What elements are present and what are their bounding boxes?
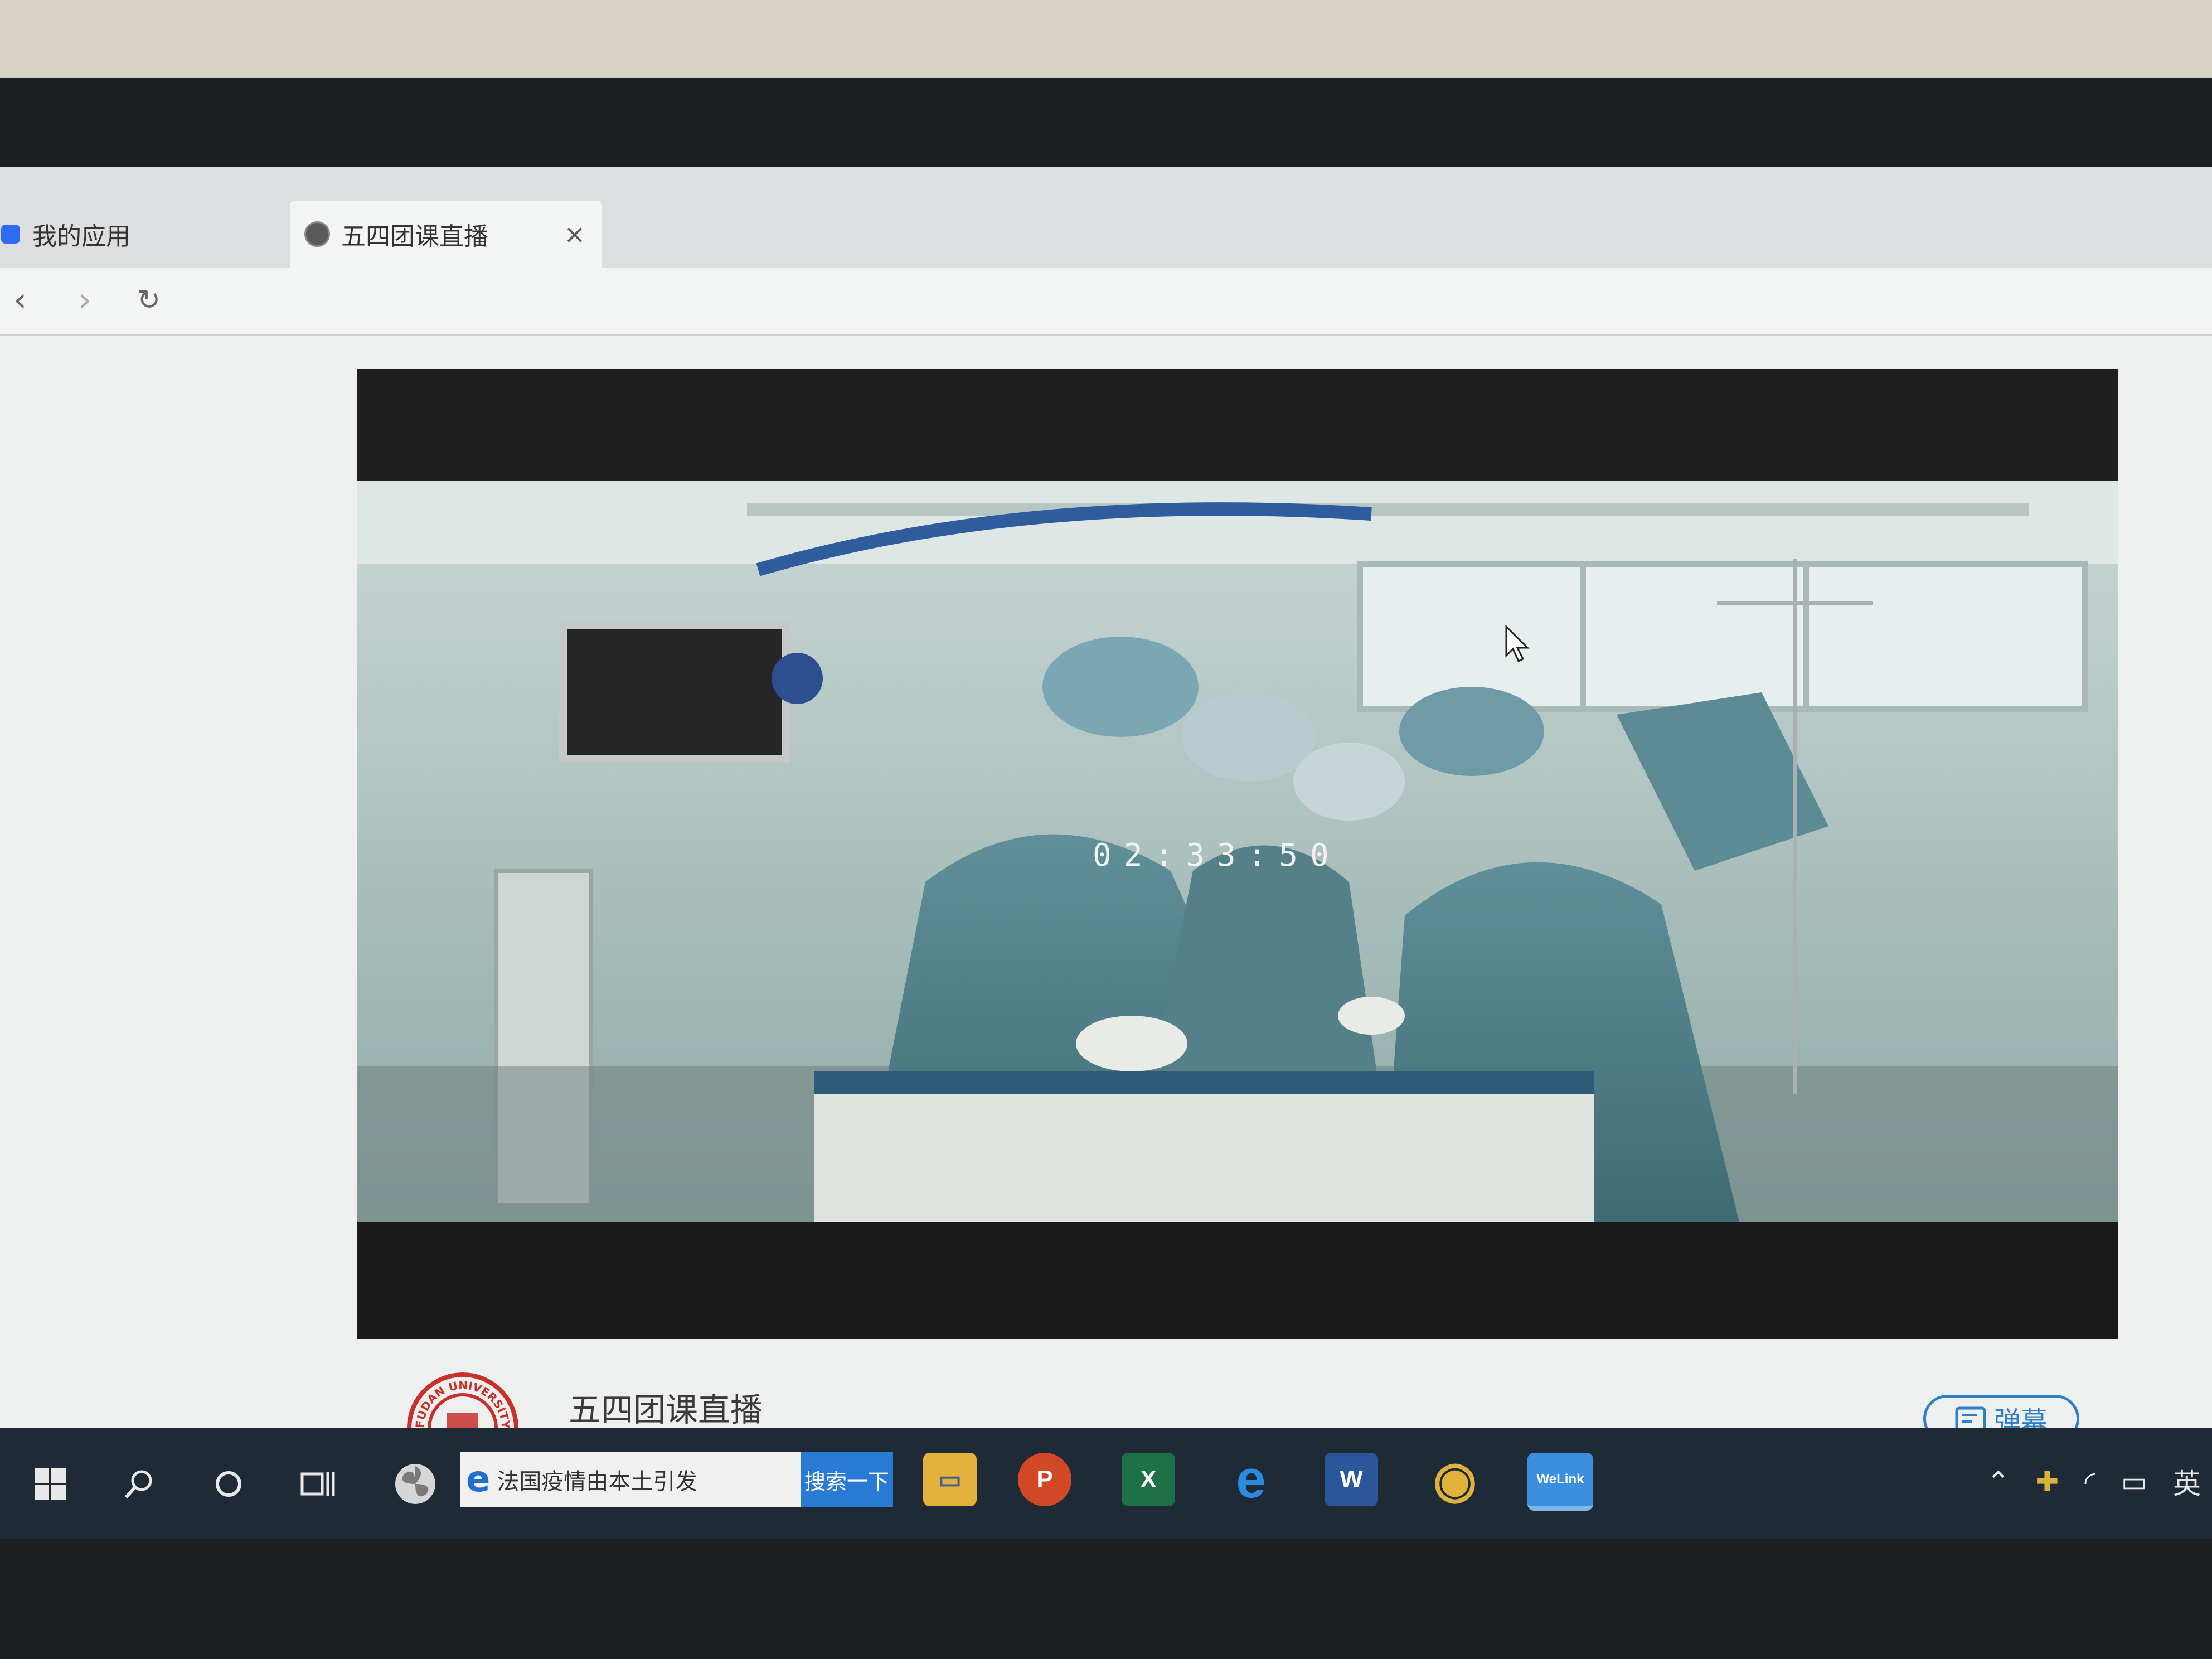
windows-taskbar: e 法国疫情由本土引发 搜索一下 ▭ P X e W ◉ WeLink ⌃ ✚ … — [0, 1428, 2212, 1539]
forward-button[interactable]: › — [78, 283, 91, 317]
task-view-icon[interactable] — [290, 1451, 346, 1517]
welink-icon[interactable]: WeLink — [1527, 1453, 1593, 1511]
file-explorer-icon[interactable]: ▭ — [923, 1453, 977, 1506]
danmaku-icon — [1955, 1406, 1986, 1431]
video-timecode: 02:33:50 — [1093, 837, 1341, 874]
apps-icon — [1, 225, 20, 244]
cortana-icon[interactable] — [201, 1451, 256, 1517]
powerpoint-icon[interactable]: P — [1018, 1453, 1071, 1506]
word-icon[interactable]: W — [1325, 1453, 1378, 1506]
windows-logo-icon — [35, 1468, 66, 1500]
tab-my-apps[interactable]: 我的应用 — [0, 201, 290, 268]
edge-icon[interactable]: e — [1224, 1449, 1278, 1509]
video-frame: 02:33:50 — [357, 481, 2118, 1222]
security-app-icon[interactable]: ✚ — [2035, 1466, 2059, 1498]
pinwheel-app-icon[interactable] — [385, 1451, 446, 1517]
search-go-button[interactable]: 搜索一下 — [801, 1452, 893, 1507]
chrome-icon[interactable]: ◉ — [1428, 1452, 1482, 1508]
letterbox-top — [357, 369, 2118, 481]
ie-icon: e — [466, 1459, 491, 1500]
battery-icon[interactable]: ▭ — [2121, 1466, 2147, 1498]
site-favicon-icon — [304, 221, 330, 247]
input-language-indicator[interactable]: 英 — [2173, 1462, 2201, 1502]
mouse-pointer-icon — [1505, 625, 1530, 662]
system-tray: ⌃ ✚ ◜ ▭ 英 — [1987, 1462, 2201, 1502]
search-icon[interactable] — [111, 1451, 167, 1517]
navigation-toolbar: ‹ › ↻ — [0, 268, 2212, 336]
channel-title: 五四团课直播 — [569, 1391, 763, 1429]
tab-label: 五四团课直播 — [341, 222, 488, 251]
start-button[interactable] — [22, 1451, 78, 1517]
page-content: 02:33:50 FUDAN UNIVERSITY 1905 — [0, 336, 2212, 1539]
back-button[interactable]: ‹ — [13, 283, 27, 317]
reload-button[interactable]: ↻ — [137, 283, 161, 317]
close-icon[interactable]: × — [564, 219, 585, 249]
tab-live-stream[interactable]: 五四团课直播 × — [290, 201, 602, 268]
chevron-up-icon[interactable]: ⌃ — [1987, 1466, 2010, 1498]
tab-strip: 我的应用 五四团课直播 × — [0, 167, 2212, 268]
excel-icon[interactable]: X — [1122, 1453, 1175, 1506]
letterbox-bottom — [357, 1222, 2118, 1339]
taskbar-search-input[interactable]: e 法国疫情由本土引发 — [460, 1452, 801, 1507]
tab-label: 我的应用 — [32, 222, 130, 251]
wifi-icon[interactable]: ◜ — [2084, 1466, 2095, 1498]
video-player[interactable]: 02:33:50 — [357, 369, 2118, 1339]
search-suggestion-text: 法国疫情由本土引发 — [497, 1469, 698, 1495]
screen: 我的应用 五四团课直播 × ‹ › ↻ 02:33:50 FUDAN UNIVE… — [0, 167, 2212, 1539]
